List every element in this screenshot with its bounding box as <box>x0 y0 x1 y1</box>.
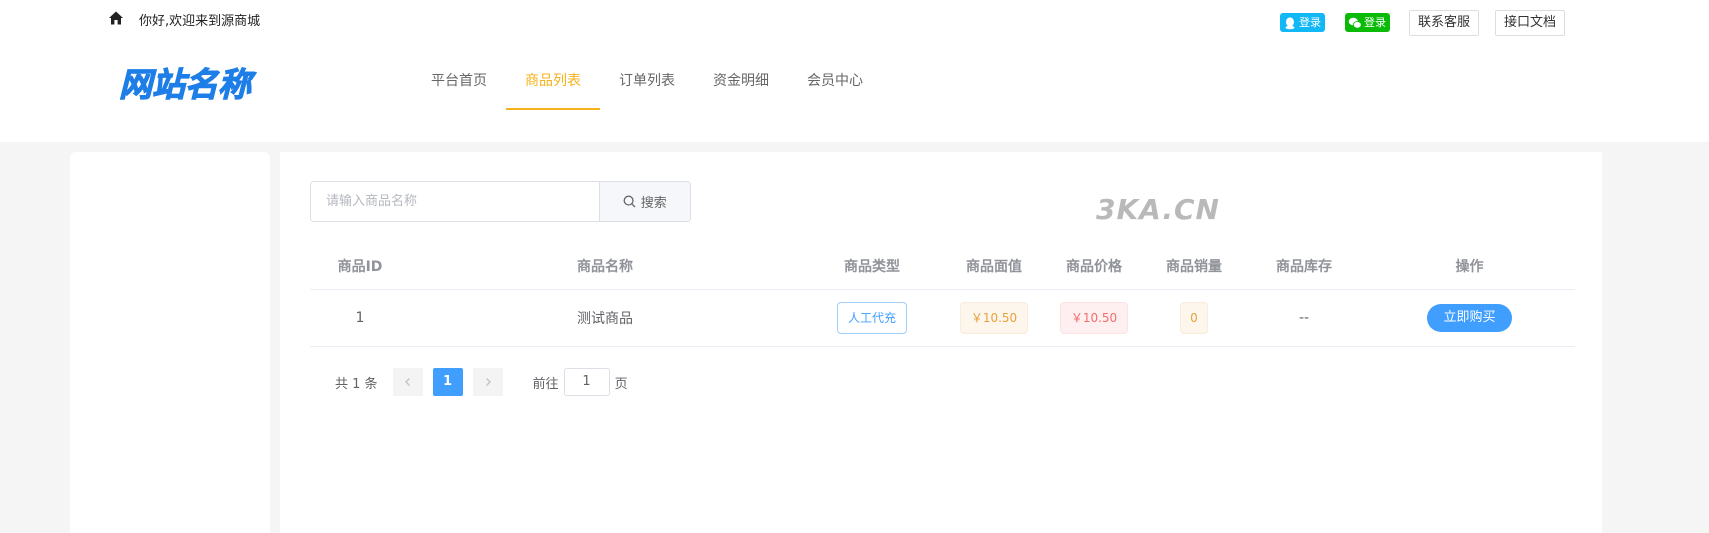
table-row: 1 测试商品 人工代充 ￥10.50 ￥10.50 0 -- 立即购买 <box>310 290 1575 347</box>
search-input[interactable] <box>311 182 599 221</box>
home-icon[interactable] <box>108 10 124 26</box>
watermark: 3KA.CN <box>1096 193 1220 226</box>
face-value-tag: ￥10.50 <box>959 302 1029 334</box>
sales-tag: 0 <box>1180 302 1208 334</box>
search-button[interactable]: 搜索 <box>598 182 690 221</box>
cell-face-value: ￥10.50 <box>944 302 1044 334</box>
cell-type: 人工代充 <box>800 302 944 334</box>
site-logo[interactable]: 网站名称 <box>119 64 281 104</box>
product-table: 商品ID 商品名称 商品类型 商品面值 商品价格 商品销量 商品库存 操作 1 … <box>310 242 1575 347</box>
search-button-label: 搜索 <box>640 196 667 211</box>
header-id: 商品ID <box>337 258 383 275</box>
wechat-login-label: 登录 <box>1364 16 1386 29</box>
page-unit-label: 页 <box>614 376 628 392</box>
nav-item-orders[interactable]: 订单列表 <box>600 62 694 110</box>
wechat-login-button[interactable]: 登录 <box>1345 13 1390 32</box>
logo-text: 网站名称 <box>119 65 257 104</box>
qq-icon <box>1285 16 1295 29</box>
nav-item-home[interactable]: 平台首页 <box>412 62 506 110</box>
header-sales: 商品销量 <box>1166 258 1222 275</box>
chevron-left-icon <box>404 378 410 386</box>
table-header: 商品ID 商品名称 商品类型 商品面值 商品价格 商品销量 商品库存 操作 <box>310 242 1575 290</box>
cell-action: 立即购买 <box>1364 304 1575 332</box>
cell-sales: 0 <box>1144 302 1244 334</box>
header-face-value: 商品面值 <box>966 258 1022 275</box>
chevron-right-icon <box>485 378 491 386</box>
welcome-text: 你好,欢迎来到源商城 <box>139 14 261 29</box>
next-page-button[interactable] <box>472 368 503 396</box>
page-number-current[interactable]: 1 <box>432 368 463 396</box>
qq-login-label: 登录 <box>1299 16 1321 29</box>
header-action: 操作 <box>1455 258 1484 275</box>
goto-page-input[interactable]: 1 <box>563 368 610 396</box>
header-type: 商品类型 <box>844 258 900 275</box>
search-bar: 搜索 <box>310 181 691 222</box>
nav-item-products[interactable]: 商品列表 <box>506 62 600 110</box>
cell-id: 1 <box>355 310 365 326</box>
product-list-panel: 搜索 3KA.CN 商品ID 商品名称 商品类型 商品面值 商品价格 商品销量 … <box>280 152 1602 533</box>
contact-service-button[interactable]: 联系客服 <box>1409 10 1479 36</box>
prev-page-button[interactable] <box>392 368 423 396</box>
api-docs-button[interactable]: 接口文档 <box>1495 10 1565 36</box>
pagination: 共 1 条 1 前往 1 页 <box>335 368 628 396</box>
type-tag: 人工代充 <box>836 302 907 334</box>
search-icon <box>623 195 636 208</box>
site-header: 你好,欢迎来到源商城 登录 登录 联系客服 接口文档 网站名称 平台首页 商品列… <box>0 0 1709 142</box>
buy-now-button[interactable]: 立即购买 <box>1427 304 1512 332</box>
pagination-total: 共 1 条 <box>335 376 378 392</box>
header-price: 商品价格 <box>1066 258 1122 275</box>
nav-item-member[interactable]: 会员中心 <box>788 62 882 110</box>
goto-label: 前往 <box>532 376 559 392</box>
cell-price: ￥10.50 <box>1044 302 1144 334</box>
cell-name: 测试商品 <box>577 311 633 327</box>
qq-login-button[interactable]: 登录 <box>1280 13 1325 32</box>
main-nav: 平台首页 商品列表 订单列表 资金明细 会员中心 <box>412 62 882 110</box>
cell-stock: -- <box>1298 310 1310 326</box>
nav-item-funds[interactable]: 资金明细 <box>694 62 788 110</box>
top-bar: 你好,欢迎来到源商城 登录 登录 联系客服 接口文档 <box>0 0 1709 40</box>
header-stock: 商品库存 <box>1276 258 1332 275</box>
price-tag: ￥10.50 <box>1059 302 1129 334</box>
wechat-icon <box>1348 17 1362 28</box>
header-name: 商品名称 <box>577 258 633 275</box>
sidebar-panel <box>70 152 270 533</box>
